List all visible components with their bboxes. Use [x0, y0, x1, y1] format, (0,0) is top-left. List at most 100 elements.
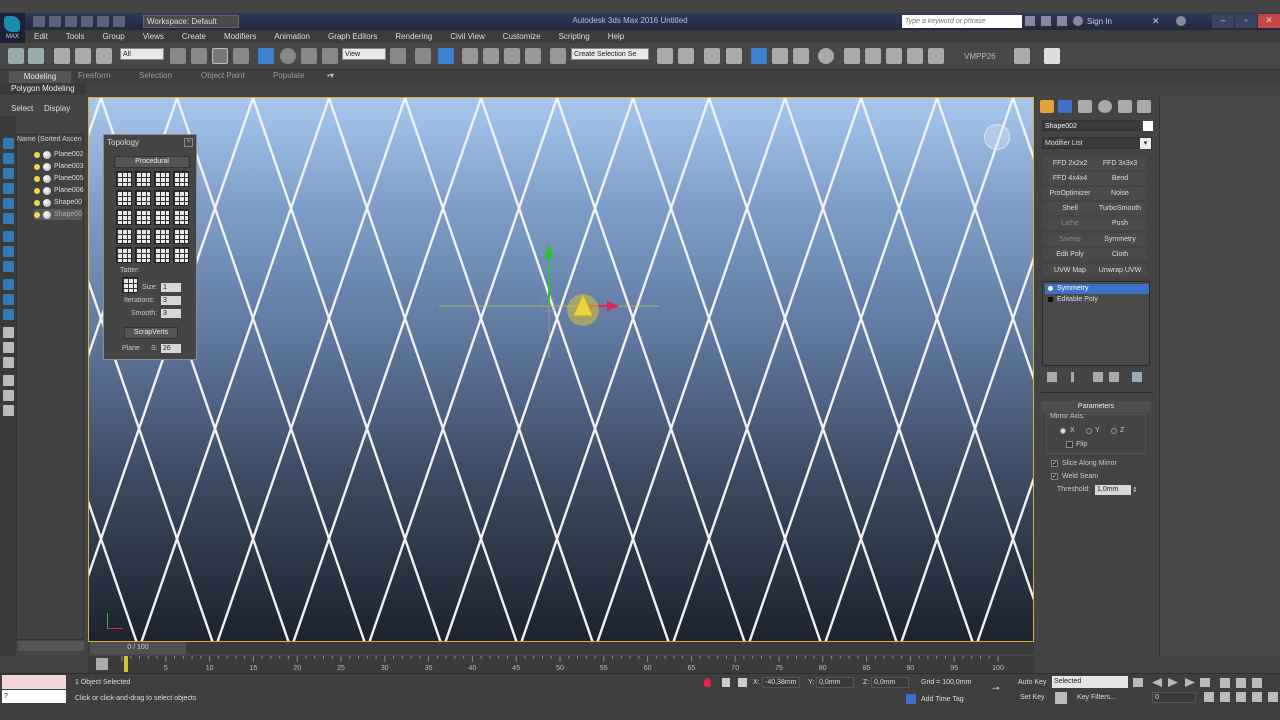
key-mode-dropdown[interactable]: Selected — [1052, 676, 1128, 688]
utilities-tab-icon[interactable] — [1137, 100, 1151, 113]
menu-modifiers[interactable]: Modifiers — [215, 30, 265, 43]
pattern-button[interactable] — [154, 190, 170, 206]
undo-icon[interactable] — [81, 16, 93, 27]
render-production-icon[interactable] — [886, 48, 902, 64]
filter-containers-icon[interactable] — [3, 279, 14, 290]
make-unique-icon[interactable] — [1093, 372, 1103, 382]
configure-modifier-sets-icon[interactable] — [1132, 372, 1142, 382]
pattern-button[interactable] — [173, 209, 189, 225]
set-key-icon[interactable] — [1055, 692, 1067, 704]
set-key-button[interactable]: Set Key — [1020, 694, 1045, 701]
pan-view-icon[interactable] — [1236, 692, 1246, 702]
filter-geometry-icon[interactable] — [3, 138, 14, 149]
move-tool-icon[interactable] — [258, 48, 274, 64]
scene-item[interactable]: Plane002 — [34, 149, 84, 160]
smooth-spinner[interactable]: 3 — [161, 309, 181, 318]
scale-tool-icon[interactable] — [301, 48, 317, 64]
undo-icon[interactable] — [8, 48, 24, 64]
ribbon-tab-object-paint[interactable]: Object Paint — [201, 71, 245, 80]
menu-graph-editors[interactable]: Graph Editors — [319, 30, 386, 43]
pattern-button[interactable] — [116, 228, 132, 244]
modifier-button[interactable]: Lathe — [1043, 217, 1097, 230]
axis-y-radio[interactable] — [1086, 428, 1092, 434]
scene-item[interactable]: Plane006 — [34, 185, 84, 196]
angle-snap-icon[interactable] — [483, 48, 499, 64]
align-icon[interactable] — [678, 48, 694, 64]
sign-in-link[interactable]: Sign In — [1087, 17, 1112, 26]
size-spinner[interactable]: 1 — [161, 283, 181, 292]
modifier-button[interactable]: Shell — [1043, 202, 1097, 215]
add-time-tag-button[interactable]: Add Time Tag — [921, 696, 964, 703]
pattern-button[interactable] — [154, 171, 170, 187]
modifier-button[interactable]: FFD 4x4x4 — [1043, 172, 1097, 185]
place-tool-icon[interactable] — [322, 48, 338, 64]
open-file-icon[interactable] — [49, 16, 61, 27]
filter-frozen-icon[interactable] — [3, 294, 14, 305]
modifier-button[interactable]: Sweep — [1043, 233, 1097, 246]
auto-key-button[interactable]: Auto Key — [1018, 679, 1046, 686]
scene-item[interactable]: Plane005 — [34, 173, 84, 184]
slice-along-mirror-checkbox[interactable]: ✓ — [1051, 460, 1058, 467]
window-crossing-icon[interactable] — [233, 48, 249, 64]
menu-rendering[interactable]: Rendering — [386, 30, 441, 43]
favorites-icon[interactable] — [1057, 16, 1067, 26]
transform-gizmo[interactable] — [89, 98, 1034, 642]
tatter-pattern-button[interactable] — [122, 277, 138, 293]
maximize-button[interactable]: ▫ — [1235, 14, 1257, 28]
motion-tab-icon[interactable] — [1098, 100, 1112, 113]
light-bulb-icon[interactable] — [34, 199, 40, 206]
minimize-button[interactable]: – — [1212, 14, 1234, 28]
render-setup-icon[interactable] — [844, 48, 860, 64]
mini-curve-editor-icon[interactable] — [96, 658, 108, 670]
zoom-all-icon[interactable] — [1236, 678, 1246, 688]
zoom-icon[interactable] — [1220, 678, 1230, 688]
find-icon[interactable] — [3, 390, 14, 401]
workspace-dropdown[interactable]: Workspace: Default — [143, 15, 239, 28]
filter-shapes-icon[interactable] — [3, 153, 14, 164]
lightbulb-toggle-icon[interactable] — [1048, 286, 1053, 291]
search-input[interactable] — [902, 15, 1022, 28]
menu-create[interactable]: Create — [173, 30, 215, 43]
save-file-icon[interactable] — [65, 16, 77, 27]
procedural-rollout[interactable]: Procedural — [114, 156, 190, 168]
exchange-apps-icon[interactable]: ✕ — [1152, 16, 1162, 26]
hierarchy-tab-icon[interactable] — [1078, 100, 1092, 113]
maximize-viewport-icon[interactable] — [1268, 692, 1278, 702]
selection-filter-dropdown[interactable]: All — [120, 48, 164, 60]
pattern-button[interactable] — [173, 171, 189, 187]
scene-list-scrollbar[interactable] — [18, 641, 84, 651]
spinner-arrows-icon[interactable]: ⇕ — [1132, 486, 1138, 494]
x-coordinate-field[interactable]: -40,38mm — [762, 677, 800, 688]
flag-icon[interactable] — [1044, 48, 1060, 64]
pattern-button[interactable] — [135, 228, 151, 244]
plane-button[interactable]: Plane — [122, 345, 140, 352]
select-manipulate-icon[interactable] — [415, 48, 431, 64]
parameters-rollout-header[interactable]: Parameters — [1041, 401, 1151, 413]
time-slider-thumb[interactable]: 0 / 100 — [90, 642, 186, 654]
modifier-button[interactable]: Bend — [1093, 172, 1147, 185]
menu-group[interactable]: Group — [93, 30, 133, 43]
hold-icon[interactable] — [113, 16, 125, 27]
pattern-button[interactable] — [135, 209, 151, 225]
select-by-name-icon[interactable] — [191, 48, 207, 64]
light-bulb-icon[interactable] — [34, 175, 40, 182]
rectangle-selection-icon[interactable] — [212, 48, 228, 64]
named-selection-dropdown[interactable]: Create Selection Se — [571, 48, 649, 60]
scene-item[interactable]: Plane003 — [34, 161, 84, 172]
filter-xrefs-icon[interactable] — [3, 246, 14, 257]
modifier-button[interactable]: Push — [1093, 217, 1147, 230]
pattern-button[interactable] — [173, 228, 189, 244]
current-frame-marker[interactable] — [124, 656, 128, 672]
modifier-button[interactable]: Edit Poly — [1043, 248, 1097, 261]
flip-checkbox[interactable] — [1066, 441, 1073, 448]
select-all-icon[interactable] — [3, 327, 14, 338]
reference-coordinate-dropdown[interactable]: View — [342, 48, 386, 60]
pattern-button[interactable] — [135, 247, 151, 263]
percent-snap-icon[interactable] — [504, 48, 520, 64]
orbit-icon[interactable] — [1252, 692, 1262, 702]
edit-named-selection-icon[interactable] — [550, 48, 566, 64]
modifier-button[interactable]: Noise — [1093, 187, 1147, 200]
bind-space-warp-icon[interactable] — [96, 48, 112, 64]
close-button[interactable]: ✕ — [1258, 14, 1280, 28]
filter-space-warps-icon[interactable] — [3, 213, 14, 224]
